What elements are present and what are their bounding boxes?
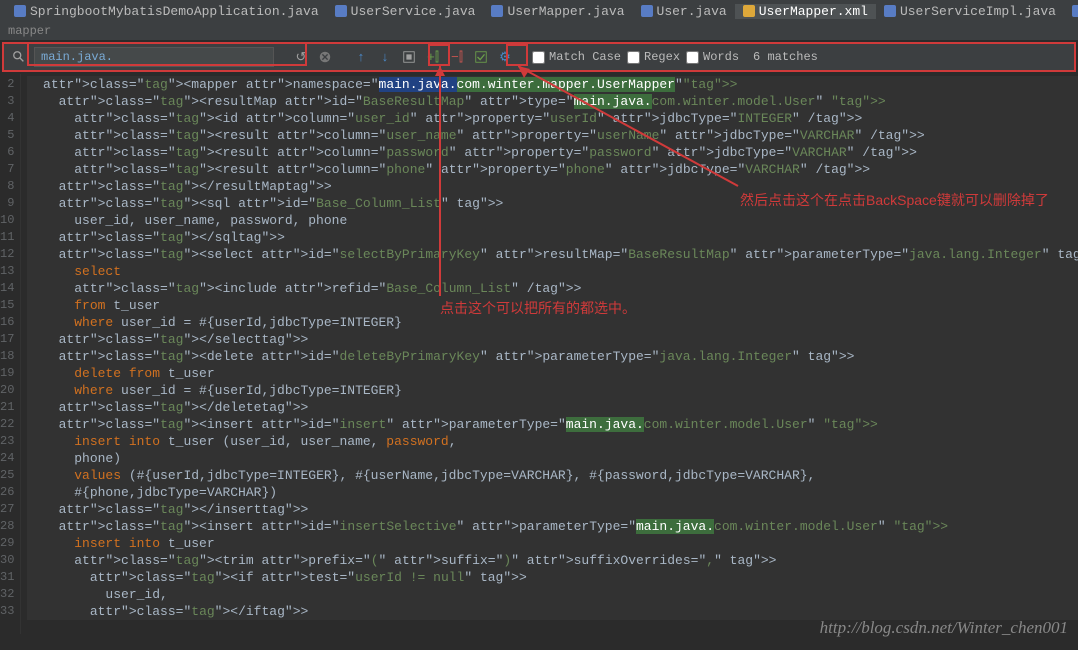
code-line: attr">class="tag"><resultMap attr">id="B… (27, 93, 1078, 110)
code-line: attr">class="tag"><mapper attr">namespac… (27, 76, 1078, 93)
match-case-checkbox[interactable]: Match Case (532, 50, 621, 64)
java-file-icon (1072, 5, 1078, 17)
tab-user-java[interactable]: User.java (633, 4, 735, 19)
code-line: attr">class="tag"><if attr">test="userId… (27, 569, 1078, 586)
java-file-icon (335, 5, 347, 17)
search-icon (10, 48, 28, 66)
code-line: attr">class="tag"></inserttag">> (27, 501, 1078, 518)
code-line: attr">class="tag"><select attr">id="sele… (27, 246, 1078, 263)
code-line: from t_user (27, 297, 1078, 314)
code-line: where user_id = #{userId,jdbcType=INTEGE… (27, 314, 1078, 331)
tab-usermapper-xml[interactable]: UserMapper.xml (735, 4, 876, 19)
remove-selection-icon[interactable]: −⫿ (448, 48, 466, 66)
select-all-icon[interactable] (400, 48, 418, 66)
code-line: insert into t_user (27, 535, 1078, 552)
tab-sprin[interactable]: sprin (1064, 4, 1078, 19)
add-selection-icon[interactable]: +⫿ (424, 48, 442, 66)
history-icon[interactable]: ↺ (292, 48, 310, 66)
code-line: attr">class="tag"><trim attr">prefix="("… (27, 552, 1078, 569)
code-line: attr">class="tag"><insert attr">id="inse… (27, 416, 1078, 433)
code-line: attr">class="tag"><sql attr">id="Base_Co… (27, 195, 1078, 212)
code-line: user_id, (27, 586, 1078, 603)
xml-file-icon (743, 5, 755, 17)
code-line: attr">class="tag"></resultMaptag">> (27, 178, 1078, 195)
code-line: attr">class="tag"><result attr">column="… (27, 127, 1078, 144)
code-line: attr">class="tag"></deletetag">> (27, 399, 1078, 416)
code-line: attr">class="tag"><insert attr">id="inse… (27, 518, 1078, 535)
matches-count: 6 matches (753, 50, 818, 64)
java-file-icon (14, 5, 26, 17)
words-checkbox[interactable]: Words (686, 50, 739, 64)
java-file-icon (884, 5, 896, 17)
code-line: select (27, 263, 1078, 280)
regex-checkbox[interactable]: Regex (627, 50, 680, 64)
code-area[interactable]: attr">class="tag"><mapper attr">namespac… (21, 74, 1078, 634)
tab-userservice-java[interactable]: UserService.java (327, 4, 484, 19)
code-line: attr">class="tag"><id attr">column="user… (27, 110, 1078, 127)
tab-userserviceimpl-java[interactable]: UserServiceImpl.java (876, 4, 1064, 19)
search-input[interactable] (34, 47, 274, 67)
next-match-icon[interactable]: ↓ (376, 48, 394, 66)
search-bar: ↺ ↑ ↓ +⫿ −⫿ ⚙ Match Case Regex Words 6 m… (2, 42, 1076, 72)
watermark: http://blog.csdn.net/Winter_chen001 (820, 618, 1068, 638)
code-line: where user_id = #{userId,jdbcType=INTEGE… (27, 382, 1078, 399)
tab-springbootmybatisdemoapplication-java[interactable]: SpringbootMybatisDemoApplication.java (6, 4, 327, 19)
code-line: attr">class="tag"><result attr">column="… (27, 161, 1078, 178)
gear-icon[interactable]: ⚙ (496, 48, 514, 66)
gutter: 2345678910111213141516171819202122232425… (0, 74, 21, 634)
java-file-icon (641, 5, 653, 17)
java-file-icon (491, 5, 503, 17)
code-line: user_id, user_name, password, phone (27, 212, 1078, 229)
editor-tabs: SpringbootMybatisDemoApplication.javaUse… (0, 0, 1078, 22)
select-all-occurrences-icon[interactable] (472, 48, 490, 66)
code-line: attr">class="tag"></selecttag">> (27, 331, 1078, 348)
breadcrumb: mapper (0, 22, 1078, 40)
code-line: delete from t_user (27, 365, 1078, 382)
editor: 2345678910111213141516171819202122232425… (0, 74, 1078, 634)
tab-usermapper-java[interactable]: UserMapper.java (483, 4, 632, 19)
code-line: #{phone,jdbcType=VARCHAR}) (27, 484, 1078, 501)
code-line: attr">class="tag"></sqltag">> (27, 229, 1078, 246)
close-icon[interactable] (316, 48, 334, 66)
prev-match-icon[interactable]: ↑ (352, 48, 370, 66)
code-line: attr">class="tag"><result attr">column="… (27, 144, 1078, 161)
code-line: values (#{userId,jdbcType=INTEGER}, #{us… (27, 467, 1078, 484)
code-line: attr">class="tag"><delete attr">id="dele… (27, 348, 1078, 365)
code-line: insert into t_user (user_id, user_name, … (27, 433, 1078, 450)
code-line: attr">class="tag"><include attr">refid="… (27, 280, 1078, 297)
code-line: phone) (27, 450, 1078, 467)
